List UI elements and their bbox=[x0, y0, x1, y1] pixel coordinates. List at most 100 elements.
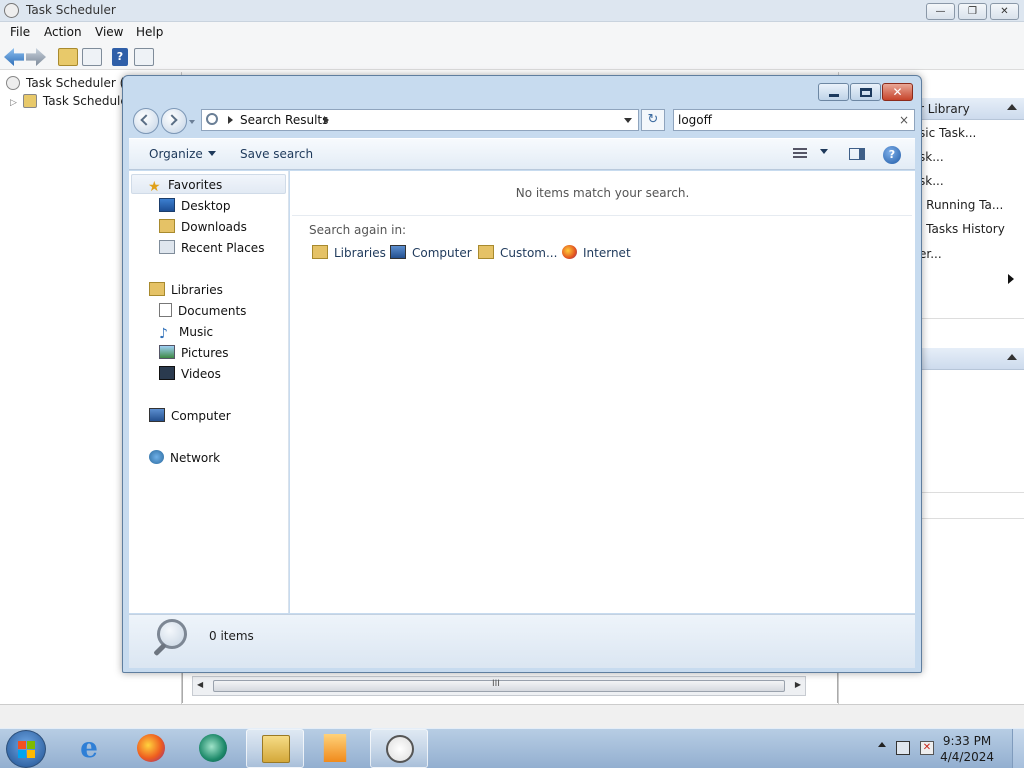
address-bar[interactable]: Search Results bbox=[201, 109, 639, 131]
forward-icon[interactable] bbox=[26, 48, 46, 66]
collapse-icon[interactable] bbox=[1007, 354, 1017, 360]
taskbar-media-player[interactable] bbox=[306, 729, 364, 768]
taskbar-task-scheduler[interactable] bbox=[370, 729, 428, 768]
recent-pages-icon[interactable] bbox=[189, 120, 195, 124]
collapse-icon[interactable] bbox=[1007, 104, 1017, 110]
save-search-button[interactable]: Save search bbox=[240, 147, 313, 161]
address-dropdown-icon[interactable] bbox=[624, 118, 632, 123]
preview-pane-icon[interactable] bbox=[849, 148, 865, 160]
internet-explorer-icon: e bbox=[80, 731, 98, 764]
submenu-arrow-icon[interactable] bbox=[1008, 274, 1014, 284]
title-bar: Task Scheduler — ❐ ✕ bbox=[0, 0, 1024, 22]
nav-computer[interactable]: Computer bbox=[149, 406, 231, 426]
search-again-custom[interactable]: Custom... bbox=[478, 244, 557, 262]
view-options-button[interactable] bbox=[815, 145, 828, 159]
nav-label: Desktop bbox=[181, 199, 231, 213]
nav-network[interactable]: Network bbox=[149, 448, 220, 468]
clear-search-icon[interactable]: × bbox=[899, 113, 909, 127]
navigation-bar: Search Results ↻ × bbox=[129, 106, 915, 136]
nav-label: Recent Places bbox=[181, 241, 265, 255]
desktop-icon bbox=[159, 198, 175, 212]
menu-action[interactable]: Action bbox=[44, 25, 82, 39]
divider bbox=[919, 492, 1024, 493]
menu-view[interactable]: View bbox=[95, 25, 123, 39]
menu-help[interactable]: Help bbox=[136, 25, 163, 39]
show-hide-action-pane-icon[interactable] bbox=[134, 48, 154, 66]
change-view-icon[interactable] bbox=[793, 148, 807, 160]
pictures-icon bbox=[159, 345, 175, 359]
firefox-icon bbox=[137, 734, 165, 762]
nav-music[interactable]: ♪ Music bbox=[159, 322, 213, 342]
tree-item-library[interactable]: ▷ Task Scheduler bbox=[10, 94, 133, 112]
volume-muted-icon[interactable]: ✕ bbox=[920, 741, 934, 755]
nav-documents[interactable]: Documents bbox=[159, 301, 246, 321]
details-pane: 0 items bbox=[129, 614, 915, 668]
horizontal-scrollbar[interactable]: ◀ III ▶ bbox=[192, 676, 806, 696]
search-box[interactable]: × bbox=[673, 109, 915, 131]
breadcrumb-search-results[interactable]: Search Results bbox=[240, 113, 328, 127]
windows-logo-icon bbox=[18, 741, 36, 759]
start-button[interactable] bbox=[6, 730, 46, 768]
show-desktop-button[interactable] bbox=[1012, 729, 1024, 768]
back-button[interactable] bbox=[133, 108, 159, 134]
item-count: 0 items bbox=[209, 629, 254, 643]
menu-file[interactable]: File bbox=[10, 25, 30, 39]
nav-videos[interactable]: Videos bbox=[159, 364, 221, 384]
minimize-button[interactable] bbox=[818, 83, 849, 101]
tree-item-root[interactable]: Task Scheduler (Lo bbox=[6, 76, 138, 94]
network-icon[interactable] bbox=[896, 741, 910, 755]
breadcrumb-arrow-icon[interactable] bbox=[228, 116, 233, 124]
taskbar-windows-explorer[interactable] bbox=[246, 729, 304, 768]
show-hidden-icons-icon[interactable] bbox=[878, 742, 886, 747]
back-icon[interactable] bbox=[4, 48, 24, 66]
actions-header-label: r Library bbox=[919, 102, 970, 116]
nav-label: Videos bbox=[181, 367, 221, 381]
nav-desktop[interactable]: Desktop bbox=[159, 196, 231, 216]
folder-up-icon[interactable] bbox=[58, 48, 78, 66]
minimize-button[interactable]: — bbox=[926, 3, 955, 20]
divider bbox=[919, 318, 1024, 319]
breadcrumb-arrow-icon[interactable] bbox=[324, 116, 329, 124]
close-button[interactable]: ✕ bbox=[882, 83, 913, 101]
search-again-internet[interactable]: Internet bbox=[562, 244, 631, 262]
nav-pictures[interactable]: Pictures bbox=[159, 343, 229, 363]
refresh-button[interactable]: ↻ bbox=[641, 109, 665, 131]
nav-recent-places[interactable]: Recent Places bbox=[159, 238, 264, 258]
star-icon: ★ bbox=[148, 179, 161, 195]
nav-label: Favorites bbox=[168, 178, 223, 192]
nav-favorites[interactable]: ★ Favorites bbox=[131, 174, 286, 195]
search-again-label: Search again in: bbox=[309, 223, 407, 237]
taskbar-internet-explorer[interactable]: e bbox=[60, 729, 118, 768]
computer-icon bbox=[149, 408, 165, 422]
search-again-label-custom: Custom... bbox=[500, 246, 558, 260]
maximize-icon bbox=[860, 88, 872, 97]
nav-label: Downloads bbox=[181, 220, 247, 234]
scrollbar-thumb[interactable]: III bbox=[213, 679, 785, 692]
search-again-computer[interactable]: Computer bbox=[390, 244, 472, 262]
forward-button[interactable] bbox=[161, 108, 187, 134]
nav-label: Computer bbox=[171, 409, 231, 423]
nav-libraries[interactable]: Libraries bbox=[149, 280, 223, 300]
custom-folder-icon bbox=[478, 245, 494, 259]
search-again-label-libraries: Libraries bbox=[334, 246, 386, 260]
restore-button[interactable]: ❐ bbox=[958, 3, 987, 20]
search-input[interactable] bbox=[678, 112, 888, 128]
navigation-pane: ★ Favorites Desktop Downloads Recent Plac… bbox=[129, 171, 289, 613]
downloads-folder-icon bbox=[159, 219, 175, 233]
maximize-button[interactable] bbox=[850, 83, 881, 101]
close-button[interactable]: ✕ bbox=[990, 3, 1019, 20]
nav-downloads[interactable]: Downloads bbox=[159, 217, 247, 237]
help-button[interactable]: ? bbox=[883, 146, 901, 164]
taskbar: e ✕ 9:33 PM 4/4/2024 bbox=[0, 728, 1024, 768]
scroll-left-icon[interactable]: ◀ bbox=[197, 680, 203, 689]
clock[interactable]: 9:33 PM 4/4/2024 bbox=[940, 733, 994, 765]
organize-button[interactable]: Organize bbox=[149, 147, 216, 161]
taskbar-app-3[interactable] bbox=[184, 729, 242, 768]
expand-arrow-icon[interactable]: ▷ bbox=[10, 98, 17, 108]
taskbar-firefox[interactable] bbox=[122, 729, 180, 768]
help-icon[interactable]: ? bbox=[112, 48, 128, 66]
scroll-right-icon[interactable]: ▶ bbox=[795, 680, 801, 689]
search-again-libraries[interactable]: Libraries bbox=[312, 244, 386, 262]
show-hide-tree-icon[interactable] bbox=[82, 48, 102, 66]
nav-label: Music bbox=[179, 325, 214, 339]
